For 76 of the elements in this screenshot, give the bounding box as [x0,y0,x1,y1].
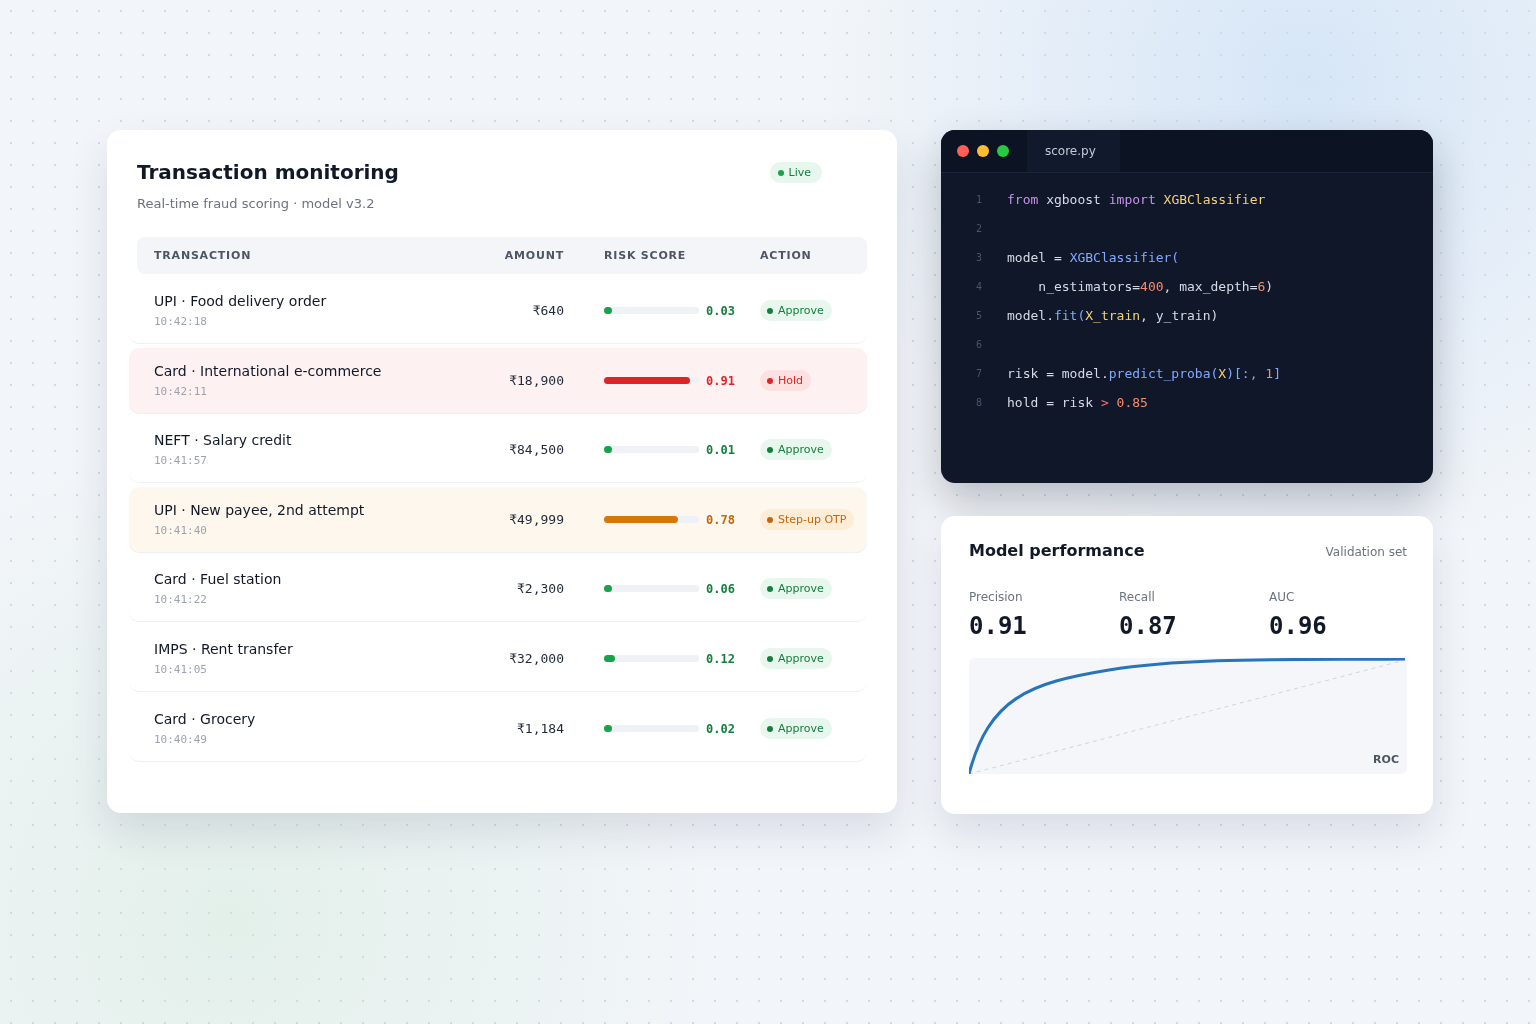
performance-subtitle: Validation set [1325,545,1407,559]
transaction-time: 10:40:49 [154,733,208,746]
action-badge[interactable]: Approve [760,648,832,669]
amount: ₹49,999 [508,512,565,527]
performance-title: Model performance [969,541,1145,560]
line-number: 7 [975,368,984,379]
column-header: RISK SCORE [603,249,688,262]
transaction-time: 10:42:18 [154,315,208,328]
transaction-time: 10:42:11 [154,385,208,398]
chart-label: ROC [1373,753,1399,766]
transaction-row[interactable]: Card · International e-commerce 10:42:11 ₹18,900 0.91 Hold [129,348,867,413]
card-subtitle: Real-time fraud scoring · model v3.2 [137,196,376,211]
line-number: 4 [975,281,984,292]
transaction-row[interactable]: UPI · New payee, 2nd attempt 10:41:40 ₹49,999 0.78 Step-up OTP [129,487,867,552]
amount: ₹18,900 [508,373,565,388]
amount: ₹84,500 [508,442,565,457]
risk-score: 0.78 [705,512,736,527]
action-badge[interactable]: Step-up OTP [760,509,855,530]
risk-score: 0.91 [705,373,736,388]
transaction-name: NEFT · Salary credit [154,432,293,448]
column-header: ACTION [760,249,813,262]
action-badge[interactable]: Approve [760,718,832,739]
transaction-row[interactable]: Card · Grocery 10:40:49 ₹1,184 0.02 Approve [129,696,867,762]
action-badge[interactable]: Approve [760,578,832,599]
live-badge: Live [769,162,822,183]
code-line: from xgboost import XGBClassifier [1007,192,1266,207]
transaction-time: 10:41:40 [154,524,208,537]
line-number: 5 [975,310,984,321]
line-number: 8 [975,397,984,408]
metric-value: 0.91 [969,612,1028,640]
file-tab[interactable]: score.py [1027,130,1120,172]
code-line: hold = risk > 0.85 [1007,395,1148,410]
metric-label: Precision [969,590,1024,604]
code-line: n_estimators=400, max_depth=6) [1037,279,1274,294]
transaction-name: UPI · New payee, 2nd attempt [154,502,366,518]
metric-label: Recall [1119,590,1156,604]
transaction-time: 10:41:57 [154,454,208,467]
code-line: model.fit(X_train, y_train) [1007,308,1219,323]
code-line: model = XGBClassifier( [1007,250,1180,265]
risk-score: 0.02 [705,721,736,736]
card-title: Transaction monitoring [137,160,399,184]
maximize-icon[interactable] [997,145,1009,157]
transaction-row[interactable]: IMPS · Rent transfer 10:41:05 ₹32,000 0.12 Approve [129,626,867,692]
action-badge[interactable]: Approve [760,439,832,460]
action-badge[interactable]: Approve [760,300,832,321]
line-number: 1 [975,194,984,205]
line-number: 2 [975,223,984,234]
metric-value: 0.96 [1269,612,1328,640]
transaction-row[interactable]: NEFT · Salary credit 10:41:57 ₹84,500 0.01 Approve [129,417,867,483]
action-badge[interactable]: Hold [760,370,812,391]
risk-score: 0.01 [705,442,736,457]
transaction-row[interactable]: Card · Fuel station 10:41:22 ₹2,300 0.06 Approve [129,556,867,622]
amount: ₹32,000 [508,651,565,666]
column-header: AMOUNT [503,249,565,262]
risk-score: 0.06 [705,581,736,596]
close-icon[interactable] [957,145,969,157]
risk-score: 0.12 [705,651,736,666]
metric-label: AUC [1269,590,1296,604]
transaction-time: 10:41:22 [154,593,208,606]
transaction-name: Card · Fuel station [154,571,283,587]
line-number: 3 [975,252,984,263]
line-number: 6 [975,339,984,350]
column-header: TRANSACTION [154,249,253,262]
code-line: risk = model.predict_proba(X)[:, 1] [1007,366,1281,381]
transaction-row[interactable]: UPI · Food delivery order 10:42:18 ₹640 0.03 Approve [129,278,867,344]
transaction-name: Card · Grocery [154,711,257,727]
amount: ₹1,184 [516,721,565,736]
transaction-name: Card · International e-commerce [154,363,383,379]
metric-value: 0.87 [1119,612,1178,640]
minimize-icon[interactable] [977,145,989,157]
amount: ₹2,300 [516,581,565,596]
transaction-name: UPI · Food delivery order [154,293,328,309]
transaction-time: 10:41:05 [154,663,208,676]
risk-score: 0.03 [705,303,736,318]
amount: ₹640 [531,303,565,318]
transaction-name: IMPS · Rent transfer [154,641,294,657]
